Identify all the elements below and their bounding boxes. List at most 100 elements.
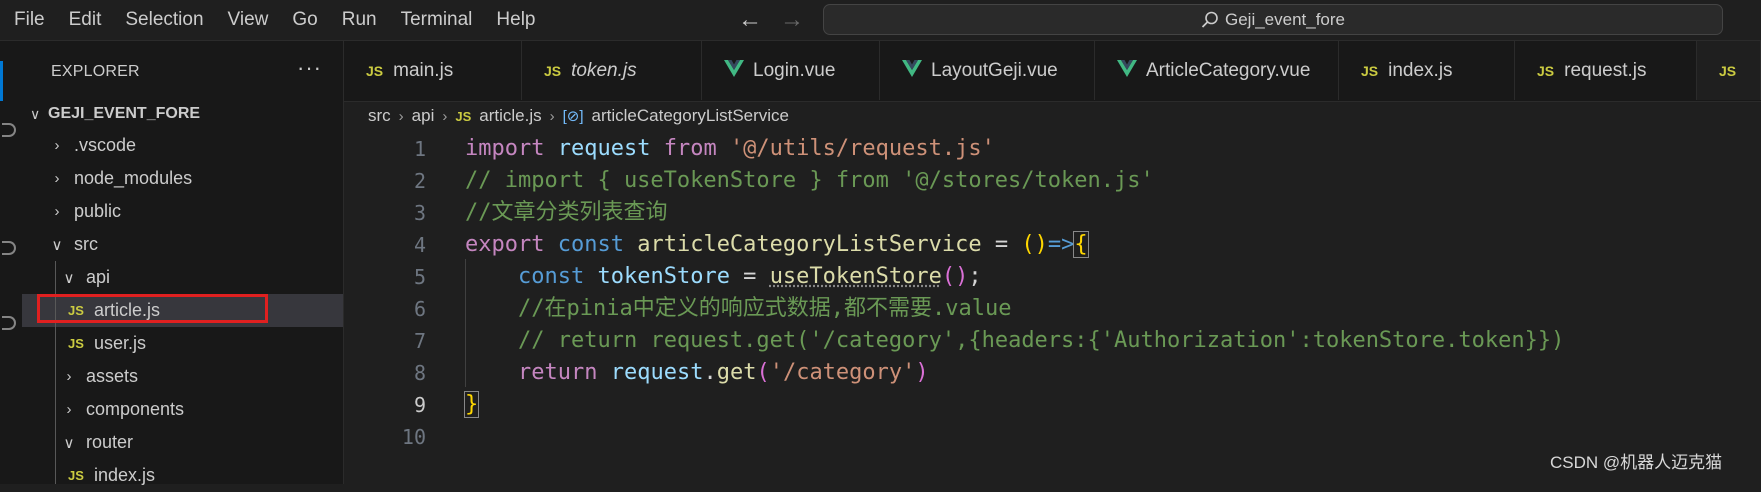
menu-file[interactable]: File [0, 0, 57, 40]
code-line-5: const tokenStore = useTokenStore(); [518, 259, 982, 295]
code-line-8: return request.get('/category') [518, 355, 929, 391]
source-control-icon[interactable] [2, 241, 16, 255]
explorer-title: EXPLORER [51, 63, 140, 81]
tab-request-js[interactable]: JS request.js [1515, 41, 1697, 100]
tree-item-assets[interactable]: › assets [22, 360, 343, 393]
menu-selection[interactable]: Selection [113, 0, 215, 40]
tree-item-vscode[interactable]: › .vscode [22, 129, 343, 162]
code-token: get [717, 360, 757, 385]
line-number-active: 9 [344, 387, 426, 423]
tab-label: request.js [1564, 60, 1646, 82]
chevron-right-icon: › [61, 401, 77, 418]
line-number: 3 [344, 195, 426, 231]
javascript-file-icon: JS [1719, 63, 1736, 79]
tab-index-js[interactable]: JS index.js [1339, 41, 1515, 100]
code-line-2: // import { useTokenStore } from '@/stor… [465, 163, 1154, 199]
line-number: 4 [344, 227, 426, 263]
back-arrow-icon[interactable]: ← [738, 0, 762, 40]
line-number: 10 [344, 419, 426, 455]
code-token: '@/utils/request.js' [730, 136, 995, 161]
tab-label: token.js [571, 60, 636, 82]
tab-label: ArticleCategory.vue [1146, 60, 1310, 82]
code-token: () [942, 264, 969, 289]
menu-help[interactable]: Help [484, 0, 547, 40]
tree-item-label: index.js [94, 465, 155, 486]
chevron-down-icon: ∨ [61, 434, 77, 452]
tab-article-js[interactable]: JS [1697, 41, 1761, 100]
line-number: 5 [344, 259, 426, 295]
code-token: request [558, 136, 651, 161]
tab-main-js[interactable]: JS main.js [344, 41, 522, 100]
breadcrumb-api[interactable]: api [412, 106, 435, 126]
indent-guide [465, 259, 466, 387]
code-token: return [518, 360, 597, 385]
annotation-highlight-box [37, 294, 268, 323]
tree-item-node-modules[interactable]: › node_modules [22, 162, 343, 195]
tree-item-label: src [74, 234, 98, 255]
project-section-header[interactable]: ∨ GEJI_EVENT_FORE [22, 99, 343, 129]
chevron-down-icon: ∨ [30, 106, 48, 123]
code-token: useTokenStore [770, 264, 942, 289]
chevron-down-icon: ∨ [61, 269, 77, 287]
breadcrumb-file[interactable]: article.js [479, 106, 541, 126]
code-token: request [611, 360, 704, 385]
navigation-arrows: ← → [738, 0, 804, 40]
code-line-3: //文章分类列表查询 [465, 195, 668, 231]
tab-articlecategory-vue[interactable]: ArticleCategory.vue [1095, 41, 1339, 100]
tab-layoutgeji-vue[interactable]: LayoutGeji.vue [880, 41, 1095, 100]
search-view-icon[interactable] [2, 123, 16, 137]
run-debug-icon[interactable] [2, 316, 16, 330]
tree-item-label: components [86, 399, 184, 420]
tab-login-vue[interactable]: Login.vue [702, 41, 880, 100]
activity-bar [0, 41, 23, 484]
menu-view[interactable]: View [216, 0, 281, 40]
breadcrumb-src[interactable]: src [368, 106, 391, 126]
javascript-file-icon: JS [455, 109, 471, 124]
more-actions-icon[interactable]: ··· [297, 55, 322, 81]
code-token: . [703, 360, 716, 385]
chevron-right-icon: › [49, 203, 65, 220]
menu-run[interactable]: Run [330, 0, 389, 40]
tree-item-label: node_modules [74, 168, 192, 189]
tab-token-js[interactable]: JS token.js [522, 41, 702, 100]
line-number: 7 [344, 323, 426, 359]
code-token: => [1048, 232, 1075, 257]
tree-item-index-js[interactable]: JS index.js [22, 459, 343, 492]
tree-item-src[interactable]: ∨ src [22, 228, 343, 261]
chevron-right-icon: › [550, 108, 555, 125]
command-center-search[interactable]: Geji_event_fore [823, 4, 1723, 35]
tree-item-label: api [86, 267, 110, 288]
line-number: 1 [344, 131, 426, 167]
code-token: tokenStore [597, 264, 729, 289]
code-line-9: } [465, 387, 478, 423]
code-line-1: import request from '@/utils/request.js' [465, 131, 995, 167]
tab-label: LayoutGeji.vue [931, 60, 1058, 82]
breadcrumb: src › api › JS article.js › [⊘] articleC… [368, 101, 789, 131]
tree-item-user-js[interactable]: JS user.js [22, 327, 343, 360]
chevron-right-icon: › [399, 108, 404, 125]
menu-go[interactable]: Go [280, 0, 329, 40]
code-token: ; [968, 264, 981, 289]
tree-item-api[interactable]: ∨ api [22, 261, 343, 294]
tab-label: Login.vue [753, 60, 835, 82]
code-editor[interactable]: 1 2 3 4 5 6 7 8 9 10 import request from… [344, 131, 1761, 484]
javascript-file-icon: JS [544, 63, 561, 79]
javascript-file-icon: JS [366, 63, 383, 79]
tree-item-label: .vscode [74, 135, 136, 156]
javascript-file-icon: JS [1537, 63, 1554, 79]
breadcrumb-symbol[interactable]: articleCategoryListService [592, 106, 789, 126]
menu-edit[interactable]: Edit [57, 0, 114, 40]
tree-item-label: assets [86, 366, 138, 387]
code-token: import [465, 136, 544, 161]
tree-item-public[interactable]: › public [22, 195, 343, 228]
code-token: () [1021, 232, 1048, 257]
tree-item-label: router [86, 432, 133, 453]
explorer-sidebar: EXPLORER ··· ∨ GEJI_EVENT_FORE › .vscode… [22, 41, 344, 484]
tree-item-components[interactable]: › components [22, 393, 343, 426]
chevron-right-icon: › [442, 108, 447, 125]
menu-terminal[interactable]: Terminal [389, 0, 485, 40]
forward-arrow-icon[interactable]: → [780, 0, 804, 40]
code-line-4: export const articleCategoryListService … [465, 227, 1088, 263]
tree-item-router[interactable]: ∨ router [22, 426, 343, 459]
search-text: Geji_event_fore [1225, 10, 1345, 30]
